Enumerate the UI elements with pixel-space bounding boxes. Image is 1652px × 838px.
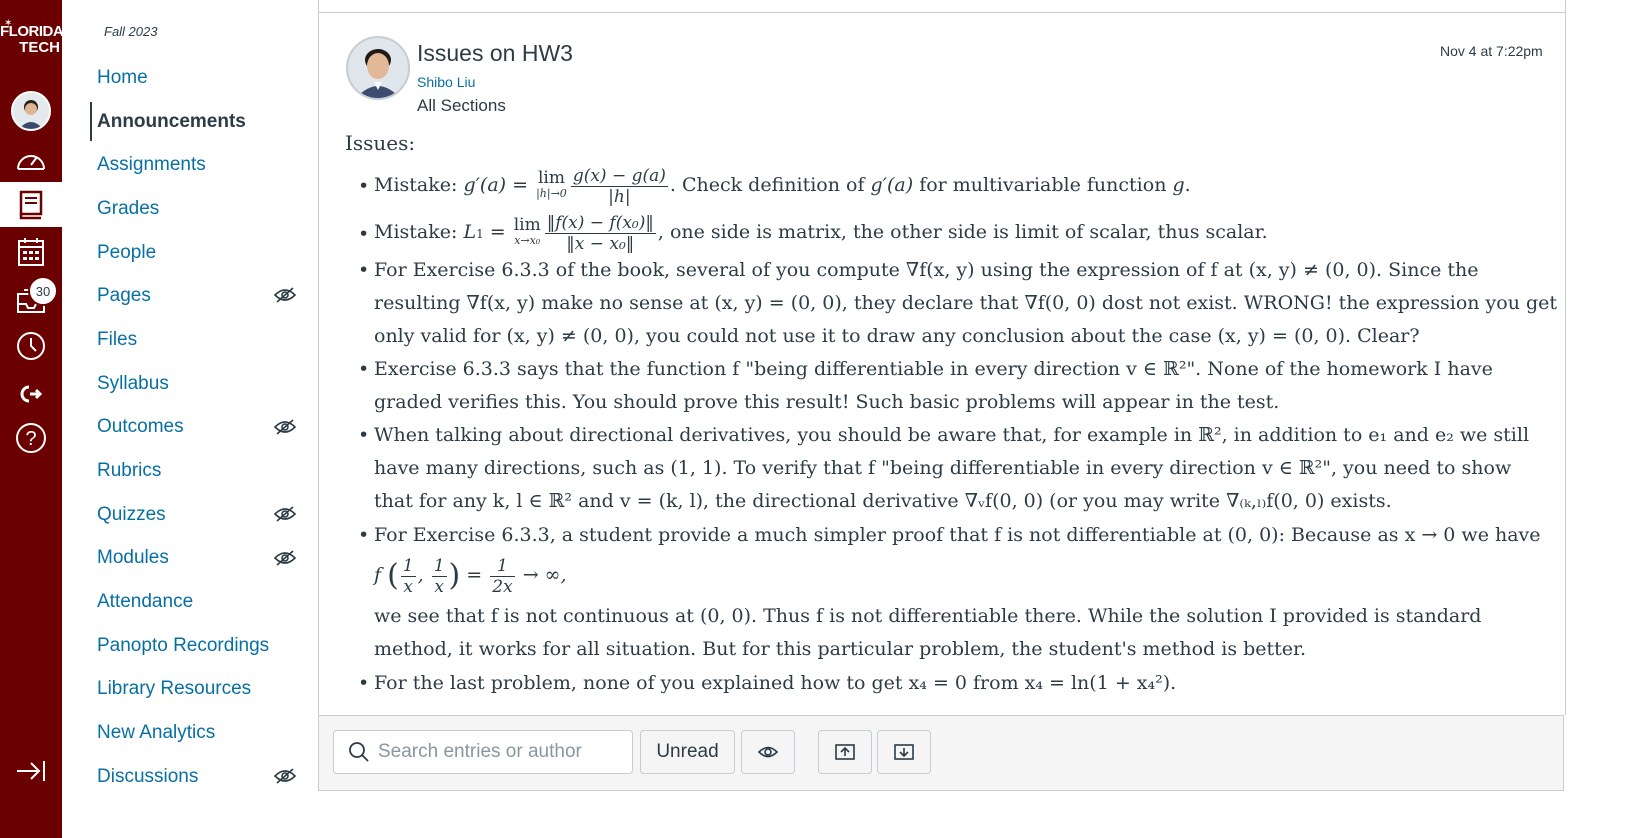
course-nav-outcomes[interactable]: Outcomes — [90, 406, 318, 450]
sort-descending-button[interactable] — [877, 730, 931, 774]
hidden-eye-icon — [274, 418, 296, 435]
course-nav-quizzes[interactable]: Quizzes — [90, 493, 318, 537]
course-nav-list: Home Announcements Assignments Grades Pe… — [90, 56, 318, 799]
hidden-eye-icon — [274, 768, 296, 784]
course-nav-syllabus[interactable]: Syllabus — [90, 362, 318, 406]
search-icon — [349, 742, 369, 762]
hidden-eye-icon — [274, 506, 296, 522]
account-nav-item[interactable] — [0, 91, 62, 131]
search-placeholder: Search entries or author — [378, 741, 582, 762]
calendar-nav-item[interactable] — [0, 232, 62, 272]
calendar-icon — [18, 238, 44, 266]
post-sections: All Sections — [417, 96, 506, 115]
download-arrow-icon — [894, 744, 914, 760]
list-item: • When talking about directional derivat… — [358, 424, 1530, 512]
list-item: • Mistake: L1 = lim x→x₀ ‖f(x) − f(x₀)‖ ‖x … — [358, 212, 1268, 254]
upload-arrow-icon — [835, 744, 855, 760]
course-nav-modules[interactable]: Modules — [90, 537, 318, 581]
course-nav-attendance[interactable]: Attendance — [90, 580, 318, 624]
help-icon: ? — [16, 423, 46, 453]
unread-filter-button[interactable]: Unread — [640, 730, 735, 774]
collapse-nav-button[interactable] — [0, 754, 62, 788]
list-item: • For Exercise 6.3.3, a student provide … — [358, 524, 1541, 660]
commons-icon — [20, 385, 42, 403]
help-nav-item[interactable]: ? — [0, 418, 62, 458]
post-date: Nov 4 at 7:22pm — [1440, 43, 1543, 59]
course-nav-panopto[interactable]: Panopto Recordings — [90, 624, 318, 668]
list-item: • For the last problem, none of you expl… — [358, 672, 1177, 694]
list-item: • Exercise 6.3.3 says that the function … — [358, 358, 1493, 413]
clock-icon — [17, 332, 45, 360]
course-nav-grades[interactable]: Grades — [90, 187, 318, 231]
author-avatar[interactable] — [346, 36, 410, 100]
inbox-unread-badge: 30 — [28, 276, 58, 306]
eye-icon — [758, 746, 778, 758]
course-navigation: Fall 2023 Home Announcements Assignments… — [62, 0, 318, 838]
collapse-arrow-icon — [17, 761, 45, 781]
dashboard-nav-item[interactable] — [0, 140, 62, 180]
course-nav-people[interactable]: People — [90, 231, 318, 275]
commons-nav-item[interactable] — [0, 374, 62, 414]
florida-tech-logo[interactable]: ✶ FLORIDA TECH — [0, 14, 64, 70]
courses-icon — [19, 190, 43, 219]
account-avatar — [11, 91, 51, 131]
post-author-link[interactable]: Shibo Liu — [417, 74, 475, 90]
svg-text:?: ? — [25, 428, 36, 450]
view-button[interactable] — [741, 730, 795, 774]
search-input[interactable]: Search entries or author — [333, 730, 633, 774]
course-nav-home[interactable]: Home — [90, 56, 318, 100]
course-nav-assignments[interactable]: Assignments — [90, 143, 318, 187]
list-item: • For Exercise 6.3.3 of the book, severa… — [358, 259, 1558, 347]
course-nav-library[interactable]: Library Resources — [90, 668, 318, 712]
course-nav-files[interactable]: Files — [90, 318, 318, 362]
course-nav-discussions[interactable]: Discussions — [90, 755, 318, 799]
course-nav-announcements[interactable]: Announcements — [90, 100, 318, 144]
global-navigation: ✶ FLORIDA TECH 30 ? — [0, 0, 64, 838]
sort-ascending-button[interactable] — [818, 730, 872, 774]
star-icon: ✶ — [4, 18, 13, 29]
history-nav-item[interactable] — [0, 326, 62, 366]
issues-heading: Issues: — [345, 131, 416, 155]
post-title: Issues on HW3 — [417, 40, 573, 66]
bottom-strip — [318, 791, 1564, 838]
courses-nav-item[interactable] — [0, 182, 62, 227]
hidden-eye-icon — [274, 287, 296, 304]
term-label: Fall 2023 — [104, 24, 158, 39]
course-nav-pages[interactable]: Pages — [90, 274, 318, 318]
course-nav-new-analytics[interactable]: New Analytics — [90, 711, 318, 755]
hidden-eye-icon — [274, 549, 296, 566]
course-nav-rubrics[interactable]: Rubrics — [90, 449, 318, 493]
dashboard-icon — [17, 155, 45, 170]
list-item: • Mistake: g′(a) = lim |h|→0 g(x) − g(a) |h… — [358, 165, 1191, 207]
